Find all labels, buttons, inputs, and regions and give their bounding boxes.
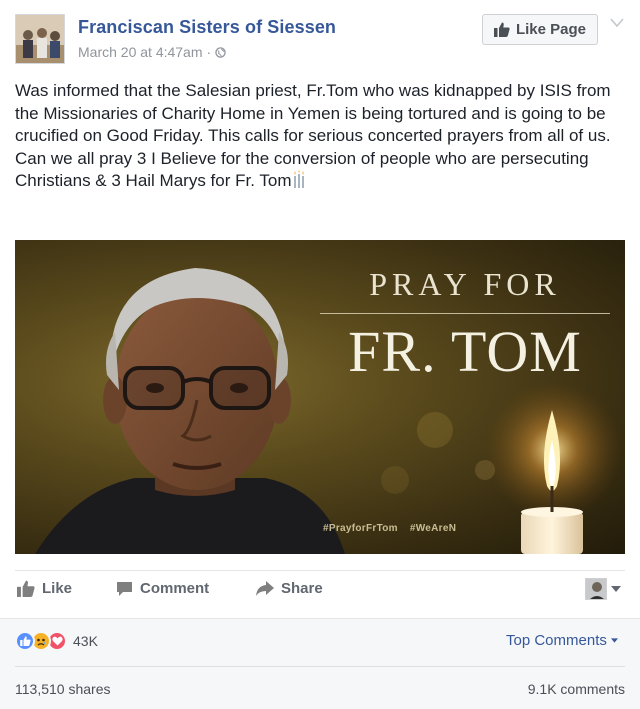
page-avatar[interactable] [15,14,65,64]
image-hashtag: #WeAreN [409,523,457,534]
reactions-summary: 43K Top Comments 113,510 shares 9.1K com… [0,618,640,709]
like-page-label: Like Page [515,21,587,38]
comment-label: Comment [140,580,210,597]
user-avatar [585,578,607,600]
thumbs-up-icon [17,580,35,597]
share-arrow-icon [256,581,274,596]
image-hashtags: #PrayforFrTom #WeAreN [323,523,468,534]
post-actions: Like Comment Share [15,572,625,608]
image-divider-line [320,313,610,314]
image-text-fr-tom: FR. TOM [348,319,582,384]
page-name-link[interactable]: Franciscan Sisters of Siessen [78,17,336,38]
globe-icon [215,46,226,58]
post-image[interactable]: PRAY FOR FR. TOM #PrayforFrTom #WeAreN [15,240,625,554]
share-label: Share [281,580,323,597]
reaction-icons[interactable]: 43K [15,631,98,651]
share-as-selector[interactable] [585,578,621,600]
like-button[interactable]: Like [17,580,72,597]
thumbs-up-icon [493,22,510,37]
image-hashtag: #PrayforFrTom [323,523,398,534]
comment-icon [117,581,132,596]
divider [15,570,625,571]
meta-separator: · [206,44,212,60]
divider [15,666,625,667]
comment-sort-dropdown[interactable]: Top Comments [506,632,618,649]
post-paragraph: Can we all pray 3 I Believe for the conv… [15,148,589,191]
post-meta: March 20 at 4:47am · [78,44,226,60]
facebook-post: Franciscan Sisters of Siessen March 20 a… [0,0,640,709]
comment-button[interactable]: Comment [116,580,209,597]
post-text: Was informed that the Salesian priest, F… [15,80,627,193]
like-label: Like [42,580,73,597]
reaction-count[interactable]: 43K [73,633,98,649]
shares-count[interactable]: 113,510 shares [15,681,110,697]
share-button[interactable]: Share [256,580,323,597]
image-text-pray-for: PRAY FOR [369,266,561,302]
like-reaction-icon [15,631,35,651]
comment-sort-label: Top Comments [506,632,607,649]
candles-emoji-icon [294,170,305,188]
post-paragraph: Was informed that the Salesian priest, F… [15,81,611,145]
caret-down-icon [610,638,618,643]
comments-count[interactable]: 9.1K comments [515,681,625,697]
caret-down-icon [611,586,621,592]
post-timestamp[interactable]: March 20 at 4:47am [78,44,203,60]
chevron-down-icon[interactable] [610,18,624,28]
like-page-button[interactable]: Like Page [482,14,598,45]
